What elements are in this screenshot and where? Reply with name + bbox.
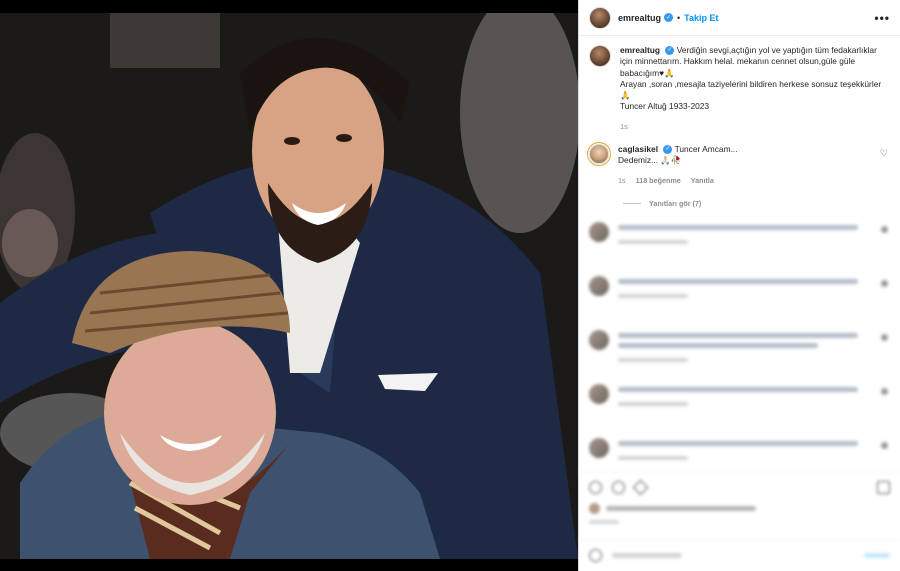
- post-modal: emrealtug ✓ • Takip Et ••• emrealtug ✓ V…: [0, 0, 900, 571]
- share-icon[interactable]: [632, 479, 649, 496]
- like-comment-icon[interactable]: ♡: [880, 148, 888, 159]
- verified-icon: ✓: [665, 46, 675, 56]
- comment-time[interactable]: 1s: [618, 176, 626, 185]
- list-item: [589, 383, 890, 424]
- comment-input[interactable]: [612, 553, 682, 558]
- list-item: [589, 437, 890, 472]
- follow-button[interactable]: Takip Et: [684, 13, 718, 23]
- header-separator: •: [677, 12, 681, 23]
- comment-meta: 1s 118 beğenme Yanıtla: [618, 175, 878, 186]
- more-options-icon[interactable]: •••: [874, 11, 890, 25]
- blurred-comments: [589, 221, 890, 472]
- heart-icon[interactable]: [589, 481, 602, 494]
- post-comment-button[interactable]: [864, 553, 890, 558]
- author-username[interactable]: emrealtug: [618, 13, 661, 23]
- list-item: [589, 221, 890, 262]
- comment-text: Tuncer Amcam...: [674, 144, 738, 155]
- author-avatar[interactable]: [589, 6, 611, 29]
- post-photo[interactable]: [0, 13, 578, 559]
- post-time: [589, 520, 619, 524]
- bookmark-icon[interactable]: [877, 481, 890, 494]
- list-item: [589, 329, 890, 370]
- comments-feed[interactable]: emrealtug ✓ Verdiğin sevgi,açtığın yol v…: [579, 37, 900, 472]
- comment-text: Dedemiz... 🙏🏻🥀: [618, 155, 682, 166]
- comment-composer: [579, 539, 900, 571]
- caption-time[interactable]: 1s: [620, 121, 890, 132]
- view-replies-label: Yanıtları gör (7): [649, 198, 702, 208]
- post-panel: emrealtug ✓ • Takip Et ••• emrealtug ✓ V…: [578, 0, 900, 571]
- caption-avatar[interactable]: [589, 45, 611, 67]
- commenter-username[interactable]: caglasikel: [618, 144, 658, 154]
- comment-item: caglasikel ✓ Tuncer Amcam... Dedemiz... …: [589, 144, 890, 186]
- caption-text: Arayan ,soran ,mesajla taziyelerini bild…: [620, 78, 882, 101]
- photo-illustration: [0, 13, 578, 559]
- liker-avatar: [589, 503, 600, 514]
- caption-username[interactable]: emrealtug: [620, 45, 660, 55]
- replies-divider: [623, 202, 641, 204]
- liked-by[interactable]: [589, 503, 890, 514]
- view-replies-button[interactable]: Yanıtları gör (7): [623, 199, 890, 208]
- post-header: emrealtug ✓ • Takip Et •••: [579, 0, 900, 36]
- caption-text: Tuncer Altuğ 1933-2023: [620, 101, 710, 112]
- post-caption: emrealtug ✓ Verdiğin sevgi,açtığın yol v…: [589, 45, 890, 132]
- comment-likes[interactable]: 118 beğenme: [636, 176, 681, 185]
- action-bar: [579, 472, 900, 534]
- comment-icon[interactable]: [612, 481, 625, 494]
- verified-icon: ✓: [664, 13, 674, 22]
- verified-icon: ✓: [663, 145, 673, 155]
- emoji-icon[interactable]: [589, 549, 602, 562]
- reply-button[interactable]: Yanıtla: [691, 176, 714, 185]
- list-item: [589, 275, 890, 316]
- commenter-avatar[interactable]: [589, 144, 609, 165]
